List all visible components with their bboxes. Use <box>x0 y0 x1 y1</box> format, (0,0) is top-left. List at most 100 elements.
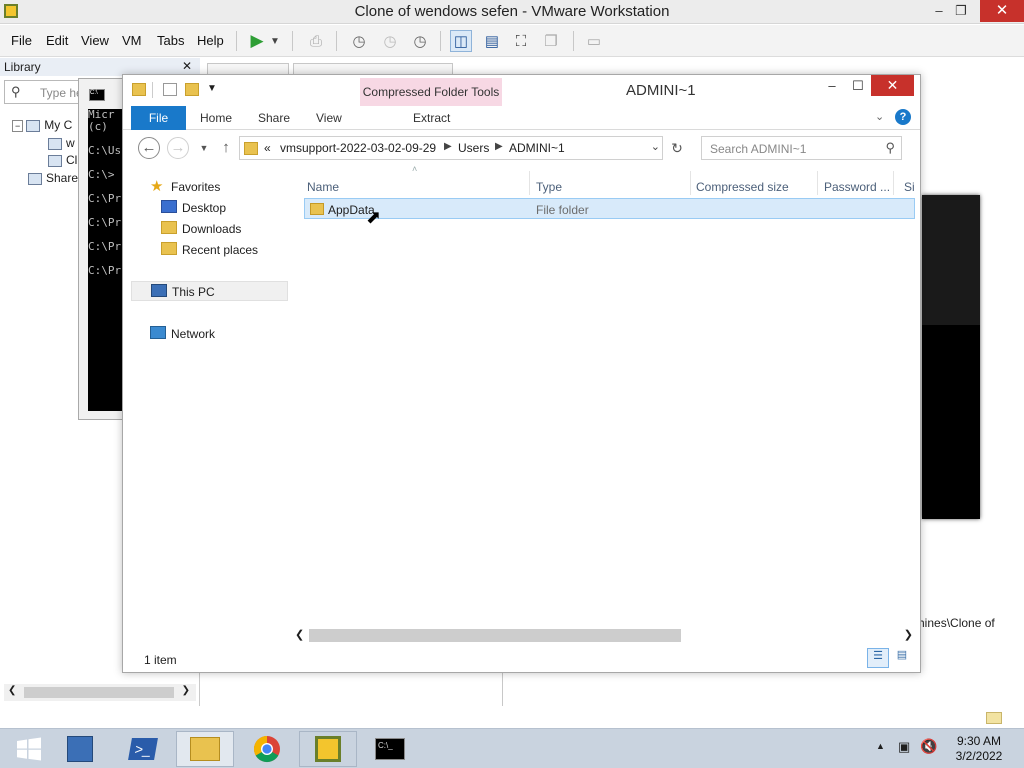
console-view-icon[interactable]: ▭ <box>583 30 605 52</box>
expand-ribbon-icon[interactable]: ⌄ <box>875 110 884 123</box>
column-header-compressed-size[interactable]: Compressed size <box>696 180 789 194</box>
status-bar: 1 item ☰ ▤ <box>123 647 920 671</box>
volume-muted-icon[interactable]: 🔇 <box>920 738 937 755</box>
chrome-icon <box>253 735 280 763</box>
system-clock[interactable]: 9:30 AM 3/2/2022 <box>944 734 1014 764</box>
taskbar-file-explorer[interactable] <box>176 731 234 767</box>
breadcrumb-overflow[interactable]: « <box>264 141 271 155</box>
up-button[interactable]: ↑ <box>215 137 237 159</box>
tab-file[interactable]: File <box>131 106 186 130</box>
column-header-type[interactable]: Type <box>536 180 562 194</box>
network-tray-icon[interactable]: ▣ <box>898 739 910 755</box>
star-icon: ★ <box>150 178 164 195</box>
address-dropdown-icon[interactable]: ⌄ <box>651 140 660 153</box>
breadcrumb-separator-icon[interactable]: ▶ <box>444 141 452 152</box>
scroll-left-icon[interactable]: ❮ <box>295 628 304 641</box>
forward-button[interactable]: → <box>167 137 189 159</box>
library-horizontal-scrollbar[interactable]: ❮ ❯ <box>4 684 196 701</box>
tab-extract[interactable]: Extract <box>413 111 450 125</box>
taskbar-chrome[interactable] <box>238 731 296 767</box>
tree-item-vm-1[interactable]: w <box>48 136 75 150</box>
menu-tabs[interactable]: Tabs <box>157 33 184 48</box>
library-title: Library <box>4 60 41 74</box>
large-icons-view-icon[interactable]: ▤ <box>891 648 913 668</box>
customize-quick-access-icon[interactable]: ▼ <box>207 83 217 94</box>
folder-icon <box>310 203 324 215</box>
sticky-note-icon <box>986 712 1002 724</box>
breadcrumb-vmsupport[interactable]: vmsupport-2022-03-02-09-29 <box>280 141 436 155</box>
nav-this-pc[interactable]: This PC <box>131 281 288 301</box>
explorer-minimize-button[interactable]: – <box>821 77 843 95</box>
details-view-icon[interactable]: ☰ <box>867 648 889 668</box>
thumbnail-bar-icon[interactable]: ▤ <box>481 30 503 52</box>
send-ctrl-alt-del-icon[interactable]: ⎙ <box>305 30 327 52</box>
snapshot-take-icon[interactable]: ◷ <box>348 30 370 52</box>
tab-share[interactable]: Share <box>258 111 290 125</box>
menu-file[interactable]: File <box>11 33 32 48</box>
shared-vms-icon <box>28 172 42 185</box>
start-button[interactable] <box>0 731 58 767</box>
unity-icon[interactable]: ❐ <box>540 30 562 52</box>
column-header-size[interactable]: Si <box>904 180 915 194</box>
taskbar-powershell[interactable]: >_ <box>114 731 172 767</box>
tab-view[interactable]: View <box>316 111 342 125</box>
file-list[interactable]: ˄ Name Type Compressed size Password ...… <box>293 164 920 637</box>
explorer-close-button[interactable]: ✕ <box>871 75 914 96</box>
taskbar: >_ C:\_ ▲ ▣ 🔇 9:30 AM 3/2/2022 <box>0 728 1024 768</box>
power-on-icon[interactable]: ▶ <box>246 30 268 52</box>
properties-icon[interactable] <box>163 83 177 96</box>
nav-recent-places[interactable]: Recent places <box>161 240 281 259</box>
menu-vm[interactable]: VM <box>122 33 142 48</box>
breadcrumb-users[interactable]: Users <box>458 141 489 155</box>
vmware-close-button[interactable]: ✕ <box>980 0 1024 22</box>
tree-item-vm-2[interactable]: Cl <box>48 153 77 167</box>
search-icon[interactable]: ⚲ <box>885 140 895 156</box>
snapshot-manager-icon[interactable]: ◷ <box>409 30 431 52</box>
nav-network[interactable]: Network <box>150 324 270 343</box>
library-close-icon[interactable]: ✕ <box>182 59 192 73</box>
taskbar-server-manager[interactable] <box>51 731 109 767</box>
help-icon[interactable]: ? <box>895 109 911 125</box>
nav-downloads[interactable]: Downloads <box>161 219 281 238</box>
recent-locations-icon[interactable]: ▼ <box>193 137 215 159</box>
column-header-name[interactable]: Name <box>307 180 339 194</box>
show-hidden-icons-icon[interactable]: ▲ <box>876 741 885 751</box>
table-row[interactable]: AppData File folder <box>304 198 915 219</box>
cmd-icon: C:\ <box>89 89 105 101</box>
breadcrumb-admini[interactable]: ADMINI~1 <box>509 141 565 155</box>
menu-edit[interactable]: Edit <box>46 33 68 48</box>
breadcrumb-separator-icon[interactable]: ▶ <box>495 141 503 152</box>
scrollbar-thumb[interactable] <box>309 629 681 642</box>
full-screen-icon[interactable]: ⛶ <box>510 30 532 52</box>
menu-help[interactable]: Help <box>197 33 224 48</box>
column-header-password[interactable]: Password ... <box>824 180 890 194</box>
search-placeholder: Search ADMINI~1 <box>710 142 807 156</box>
scrollbar-thumb[interactable] <box>24 687 174 698</box>
context-tab-compressed-folder-tools: Compressed Folder Tools <box>360 78 502 106</box>
desktop-icon <box>161 200 177 213</box>
explorer-maximize-button[interactable]: ☐ <box>847 77 869 95</box>
tree-item-shared[interactable]: Share <box>28 171 78 185</box>
tree-item-my-computer[interactable]: − My C <box>12 118 72 132</box>
search-input[interactable]: Search ADMINI~1 ⚲ <box>701 136 902 160</box>
menu-view[interactable]: View <box>81 33 109 48</box>
scroll-right-icon[interactable]: ❯ <box>182 685 190 696</box>
taskbar-vmware[interactable] <box>299 731 357 767</box>
nav-favorites[interactable]: ★ Favorites <box>150 177 280 196</box>
server-manager-icon <box>67 736 93 762</box>
new-folder-icon[interactable] <box>185 83 199 96</box>
vmware-minimize-button[interactable]: – <box>928 2 950 20</box>
nav-desktop[interactable]: Desktop <box>161 198 281 217</box>
power-dropdown-icon[interactable]: ▼ <box>268 30 282 52</box>
taskbar-cmd[interactable]: C:\_ <box>361 731 419 767</box>
tab-home[interactable]: Home <box>200 111 232 125</box>
scroll-right-icon[interactable]: ❯ <box>904 628 913 641</box>
scroll-left-icon[interactable]: ❮ <box>8 685 16 696</box>
vmware-maximize-button[interactable]: ❐ <box>950 2 972 20</box>
file-list-horizontal-scrollbar[interactable]: ❮ ❯ <box>293 627 915 644</box>
snapshot-revert-icon[interactable]: ◷ <box>379 30 401 52</box>
show-library-icon[interactable]: ◫ <box>450 30 472 52</box>
address-bar[interactable]: « vmsupport-2022-03-02-09-29 ▶ Users ▶ A… <box>239 136 663 160</box>
refresh-button[interactable]: ↻ <box>666 136 688 160</box>
back-button[interactable]: ← <box>138 137 160 159</box>
